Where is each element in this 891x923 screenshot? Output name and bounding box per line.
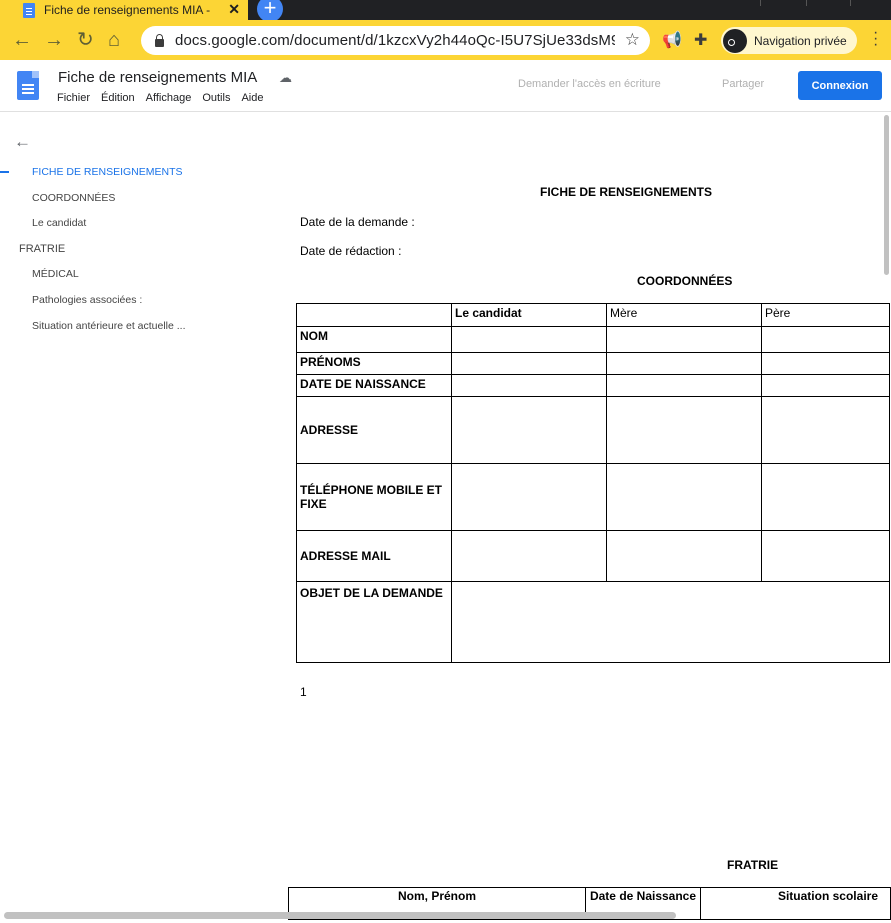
row-label: NOM [296,326,452,353]
page-number: 1 [300,685,307,699]
table-header-cell: Le candidat [451,303,607,327]
new-tab-button[interactable]: + [257,0,283,22]
home-icon[interactable]: ⌂ [108,29,120,51]
outline-back-arrow-icon[interactable]: ← [14,132,31,152]
docs-logo-icon[interactable] [17,71,39,100]
table-cell[interactable] [606,374,762,397]
table-cell[interactable] [606,463,762,531]
forward-arrow-icon[interactable]: → [44,29,64,51]
docs-header: Fiche de renseignements MIA ☁ Fichier Éd… [0,60,891,112]
window-control[interactable] [850,0,890,6]
date-writing-label: Date de rédaction : [300,244,402,258]
coordinates-table: Le candidat Mère Père NOM PRÉNOMS DATE D… [296,303,890,663]
horizontal-scrollbar[interactable] [4,912,676,919]
outline-item[interactable]: MÉDICAL [32,268,79,280]
menu-outils[interactable]: Outils [202,92,230,104]
menu-bar: Fichier Édition Affichage Outils Aide [57,92,274,104]
tab-title: Fiche de renseignements MIA - Google Doc… [44,3,214,17]
document-title[interactable]: Fiche de renseignements MIA [58,69,257,86]
table-cell[interactable] [451,530,607,582]
tab-strip: Fiche de renseignements MIA - Google Doc… [0,0,891,22]
share-button[interactable]: Partager [722,78,764,90]
table-cell[interactable] [606,352,762,375]
incognito-label: Navigation privée [754,33,847,48]
window-control[interactable] [806,0,846,6]
browser-window: Fiche de renseignements MIA - Google Doc… [0,0,891,923]
outline-item[interactable]: COORDONNÉES [32,192,115,204]
login-button[interactable]: Connexion [798,71,882,100]
outline-active-marker [0,171,9,173]
outline-item[interactable]: Le candidat [32,217,86,229]
table-cell[interactable] [451,326,607,353]
table-cell[interactable] [761,396,890,464]
docs-favicon-icon [23,2,35,18]
incognito-icon [723,28,747,53]
megaphone-icon[interactable]: 📢 [662,30,682,50]
incognito-badge[interactable]: Navigation privée [721,27,857,54]
table-cell[interactable] [761,530,890,582]
table-cell[interactable] [761,326,890,353]
table-cell[interactable] [451,463,607,531]
menu-aide[interactable]: Aide [241,92,263,104]
menu-affichage[interactable]: Affichage [146,92,192,104]
row-label: OBJET DE LA DEMANDE [296,581,452,663]
table-header-cell [296,303,452,327]
cloud-status-icon[interactable]: ☁ [279,70,292,86]
url-text[interactable]: docs.google.com/document/d/1kzcxVy2h44oQ… [175,32,615,49]
table-cell[interactable] [761,352,890,375]
table-header-cell: Père [761,303,890,327]
request-access-button[interactable]: Demander l'accès en écriture [518,78,661,90]
table-cell[interactable] [606,530,762,582]
fratrie-heading: FRATRIE [727,858,779,872]
more-menu-icon[interactable]: · · · [873,25,878,53]
menu-fichier[interactable]: Fichier [57,92,90,104]
row-label: ADRESSE [296,396,452,464]
address-bar[interactable]: docs.google.com/document/d/1kzcxVy2h44oQ… [141,26,650,55]
table-cell[interactable] [451,396,607,464]
table-cell[interactable] [761,374,890,397]
browser-toolbar: ← → ↻ ⌂ docs.google.com/document/d/1kzcx… [0,20,891,60]
table-cell[interactable] [451,581,890,663]
doc-heading: FICHE DE RENSEIGNEMENTS [540,185,713,199]
back-arrow-icon[interactable]: ← [12,29,32,51]
menu-edition[interactable]: Édition [101,92,135,104]
row-label: PRÉNOMS [296,352,452,375]
row-label: ADRESSE MAIL [296,530,452,582]
active-tab[interactable]: Fiche de renseignements MIA - Google Doc… [0,0,248,20]
lock-icon[interactable] [155,33,164,47]
table-header-cell: Mère [606,303,762,327]
reload-icon[interactable]: ↻ [77,29,94,51]
table-cell[interactable] [761,463,890,531]
outline-item[interactable]: Pathologies associées : [32,294,142,306]
outline-item[interactable]: FICHE DE RENSEIGNEMENTS [32,166,183,178]
bookmark-star-icon[interactable]: ☆ [625,30,640,50]
extensions-puzzle-icon[interactable]: ✚ [694,30,707,50]
date-request-label: Date de la demande : [300,215,415,229]
close-icon[interactable]: ✕ [228,1,240,18]
outline-item[interactable]: FRATRIE [19,243,65,255]
row-label: DATE DE NAISSANCE [296,374,452,397]
table-cell[interactable] [451,352,607,375]
table-header-cell: Situation scolaire [700,887,891,920]
outline-item[interactable]: Situation antérieure et actuelle ... [32,320,186,332]
vertical-scrollbar[interactable] [884,115,889,275]
window-control[interactable] [760,0,800,6]
table-cell[interactable] [451,374,607,397]
table-cell[interactable] [606,396,762,464]
table-cell[interactable] [606,326,762,353]
coord-heading: COORDONNÉES [637,274,733,288]
row-label: TÉLÉPHONE MOBILE ET FIXE [296,463,452,531]
